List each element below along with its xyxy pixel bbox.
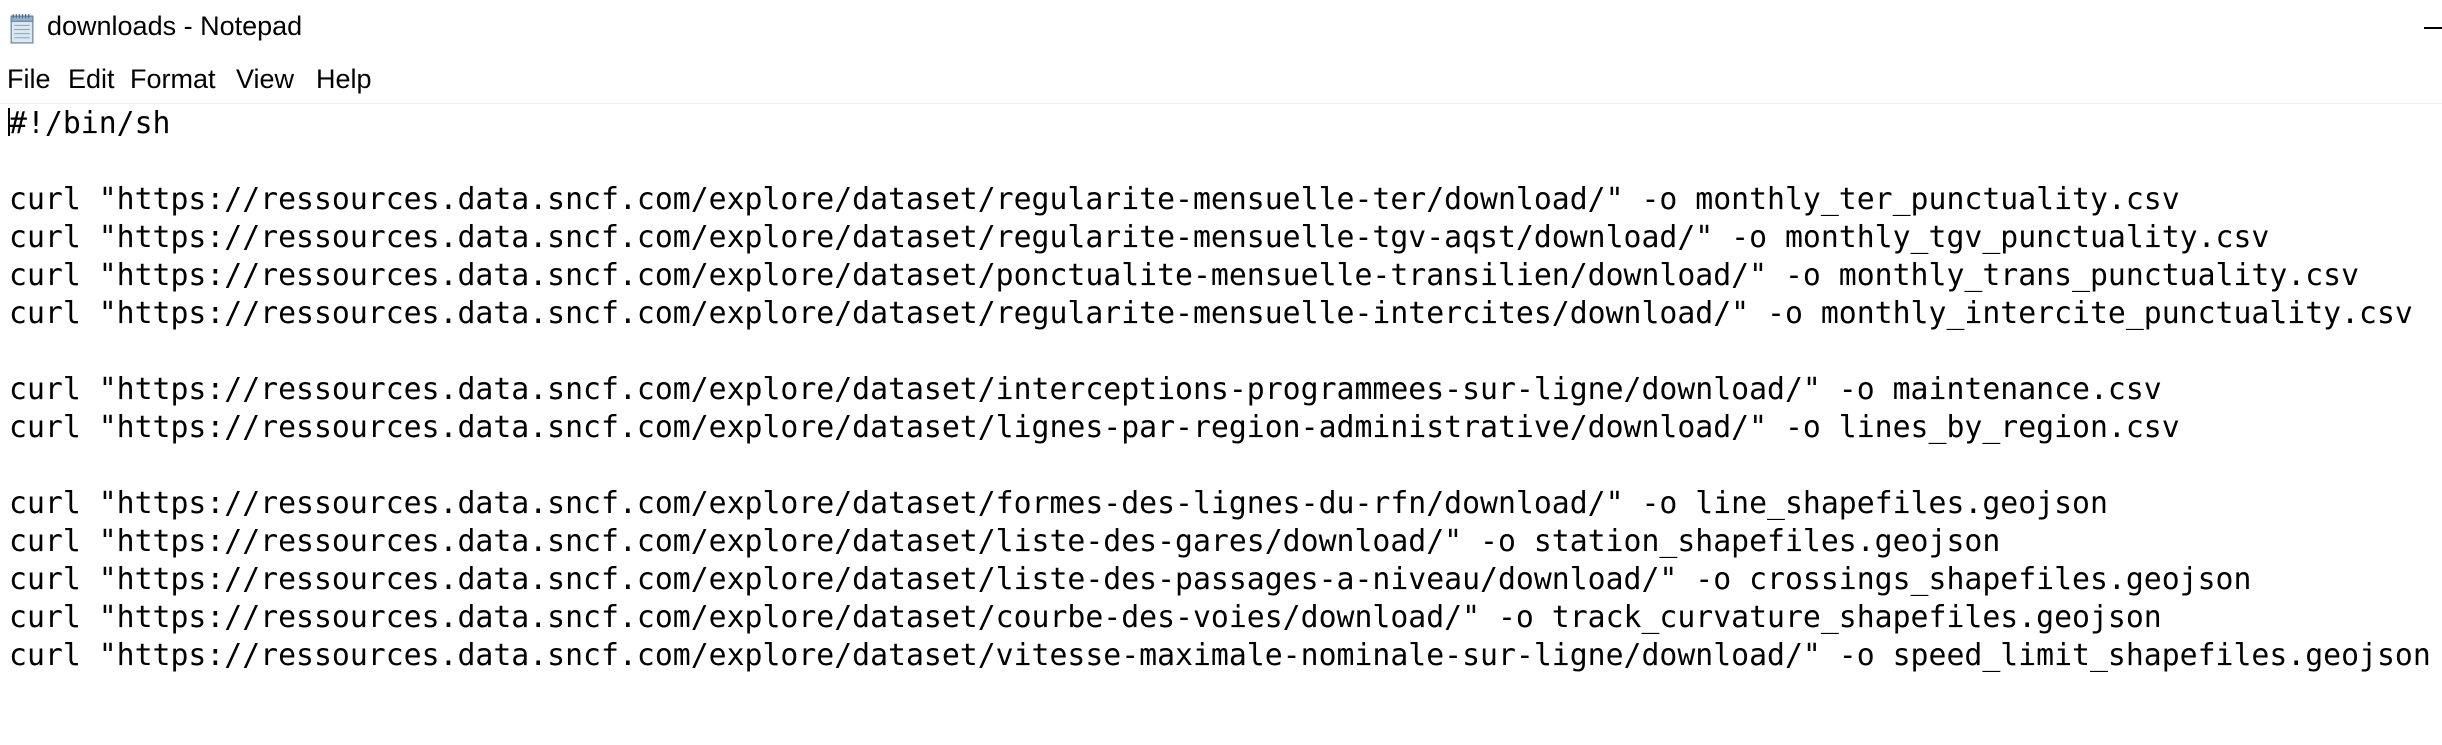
menu-format[interactable]: Format — [128, 64, 218, 95]
editor-line: curl "https://ressources.data.sncf.com/e… — [9, 562, 2252, 597]
editor-line: #!/bin/sh — [9, 106, 171, 141]
menu-bar: File Edit Format View Help — [0, 60, 2442, 104]
editor-line: curl "https://ressources.data.sncf.com/e… — [9, 600, 2162, 635]
notepad-window: downloads - Notepad File Edit Format Vie… — [0, 0, 2442, 745]
notepad-icon[interactable] — [5, 12, 38, 45]
editor-line: curl "https://ressources.data.sncf.com/e… — [9, 638, 2431, 673]
editor-line: curl "https://ressources.data.sncf.com/e… — [9, 372, 2162, 407]
window-title: downloads - Notepad — [47, 11, 303, 41]
minimize-button[interactable] — [2412, 0, 2442, 58]
minimize-icon — [2424, 27, 2442, 29]
menu-help[interactable]: Help — [314, 64, 374, 95]
menu-edit[interactable]: Edit — [66, 64, 117, 95]
editor-line: curl "https://ressources.data.sncf.com/e… — [9, 258, 2360, 293]
title-bar: downloads - Notepad — [0, 0, 2442, 58]
editor-line: curl "https://ressources.data.sncf.com/e… — [9, 524, 2001, 559]
editor-line: curl "https://ressources.data.sncf.com/e… — [9, 182, 2180, 217]
editor-line: curl "https://ressources.data.sncf.com/e… — [9, 486, 2108, 521]
editor-line: curl "https://ressources.data.sncf.com/e… — [9, 410, 2180, 445]
editor-line: curl "https://ressources.data.sncf.com/e… — [9, 220, 2270, 255]
menu-view[interactable]: View — [234, 64, 296, 95]
editor-line: curl "https://ressources.data.sncf.com/e… — [9, 296, 2413, 331]
menu-file[interactable]: File — [5, 64, 53, 95]
